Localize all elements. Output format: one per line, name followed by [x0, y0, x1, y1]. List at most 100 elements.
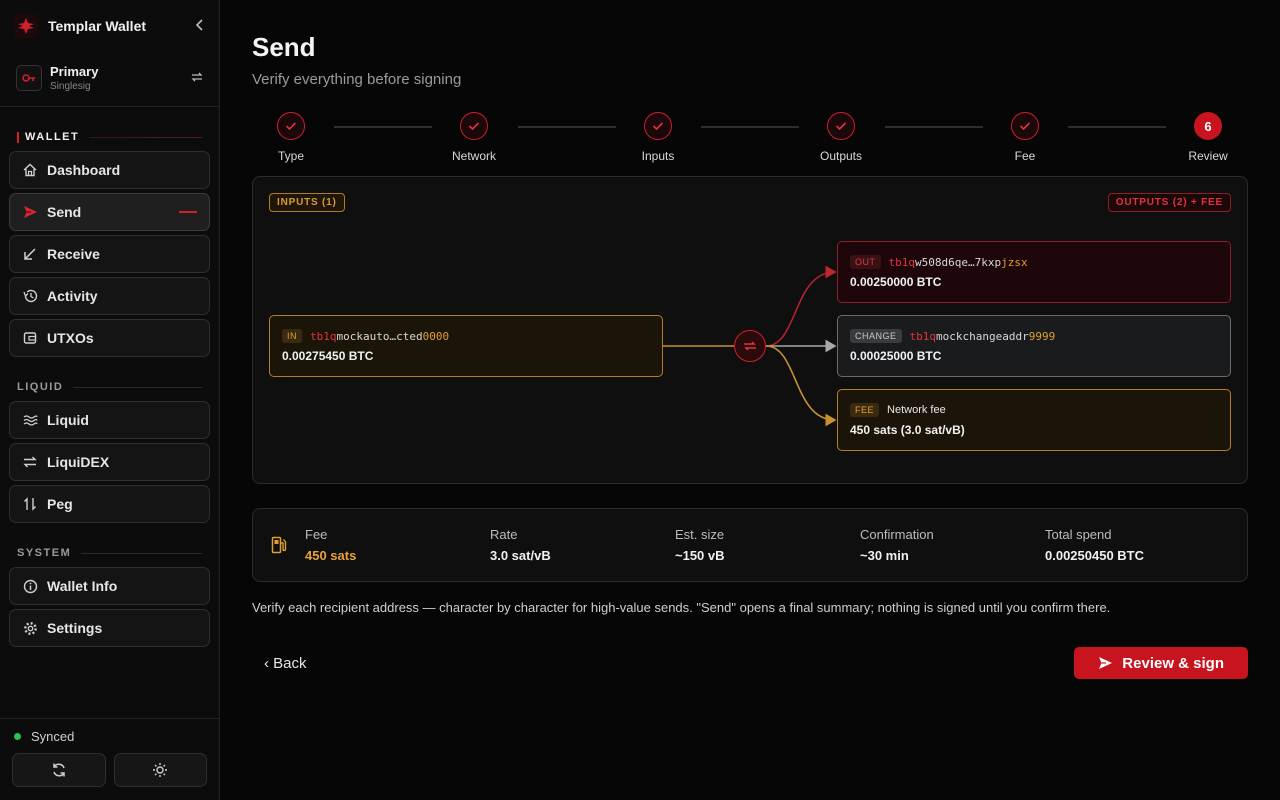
step-fee[interactable]: Fee [985, 112, 1065, 163]
fee-tag: FEE [850, 403, 880, 417]
theme-toggle-button[interactable] [113, 753, 207, 787]
sun-icon [153, 763, 168, 777]
check-icon [277, 112, 305, 140]
swap-account-icon[interactable] [191, 71, 203, 85]
change-node: CHANGE tb1q mockchangeaddr 9999 0.00025000… [837, 315, 1231, 377]
sidebar-item-activity[interactable]: Activity [9, 277, 210, 315]
gear-icon [22, 620, 38, 636]
verification-note: Verify each recipient address — characte… [252, 600, 1111, 615]
sidebar-item-liquidex[interactable]: LiquiDEX [9, 443, 210, 481]
action-bar: ‹ Back Review & sign [252, 647, 1248, 679]
step-connector [1068, 126, 1166, 128]
sidebar-item-label: Send [47, 204, 82, 220]
status-dot [14, 733, 21, 740]
back-button[interactable]: ‹ Back [252, 655, 307, 672]
input-address-suffix: 0000 [422, 329, 450, 343]
sidebar-item-label: Receive [47, 246, 100, 262]
step-connector [518, 126, 616, 128]
active-indicator [179, 211, 197, 213]
fuel-pump-icon [269, 536, 289, 554]
rate-value: 3.0 sat/vB [490, 548, 551, 563]
fee-node: FEE Network fee 450 sats (3.0 sat/vB) [837, 389, 1231, 451]
swap-icon [22, 454, 38, 470]
sidebar-divider [0, 106, 219, 107]
sidebar-item-label: Liquid [47, 412, 89, 428]
sidebar-footer: Synced [0, 718, 219, 800]
summary-total: Total spend 0.00250450 BTC [1045, 527, 1230, 563]
outputs-badge: OUTPUTS (2) + FEE [1107, 193, 1231, 212]
wallet-icon [22, 330, 38, 346]
stepper: Type Network Inputs Outputs Fee 6 Review [252, 112, 1248, 172]
change-address-suffix: 9999 [1028, 329, 1056, 343]
section-label-liquid: LIQUID [0, 381, 219, 393]
send-icon [22, 204, 38, 220]
brand-header: Templar Wallet [0, 0, 219, 52]
main-content: Send Verify everything before signing Ty… [220, 0, 1280, 800]
check-icon [1011, 112, 1039, 140]
sidebar-item-label: Dashboard [47, 162, 121, 178]
fee-summary: Fee 450 sats Rate 3.0 sat/vB Est. size ~… [252, 508, 1248, 582]
app-root: Templar Wallet Primary Singlesig WALLET … [0, 0, 1280, 800]
confirmation-value: ~30 min [860, 548, 909, 563]
summary-confirmation: Confirmation ~30 min [860, 527, 1045, 563]
check-icon [827, 112, 855, 140]
peg-arrows-icon [22, 496, 38, 512]
change-address-prefix: tb1q [909, 329, 937, 343]
sidebar-item-utxos[interactable]: UTXOs [9, 319, 210, 357]
sidebar-item-receive[interactable]: Receive [9, 235, 210, 273]
step-number: 6 [1194, 112, 1222, 140]
check-icon [460, 112, 488, 140]
size-value: ~150 vB [675, 548, 725, 563]
app-title: Templar Wallet [48, 18, 147, 34]
sidebar-item-settings[interactable]: Settings [9, 609, 210, 647]
input-node: IN tb1q mockauto…cted 0000 0.00275450 BTC [269, 315, 663, 377]
sidebar-item-label: UTXOs [47, 330, 94, 346]
summary-rate: Rate 3.0 sat/vB [490, 527, 675, 563]
home-icon [22, 162, 38, 178]
output-node: OUT tb1q w508d6qe…7kxp jzsx 0.00250000 BTC [837, 241, 1231, 303]
step-outputs[interactable]: Outputs [801, 112, 881, 163]
transaction-hub-swap-icon [734, 330, 766, 362]
step-label: Review [1188, 149, 1228, 163]
sidebar-item-wallet-info[interactable]: Wallet Info [9, 567, 210, 605]
input-address-prefix: tb1q [310, 329, 337, 343]
total-value: 0.00250450 BTC [1045, 548, 1145, 563]
page-subtitle: Verify everything before signing [252, 71, 462, 88]
fee-amount: 450 sats (3.0 sat/vB) [850, 423, 965, 437]
review-and-sign-button[interactable]: Review & sign [1074, 647, 1248, 679]
collapse-sidebar-icon[interactable] [195, 18, 205, 34]
step-type[interactable]: Type [251, 112, 331, 163]
step-label: Outputs [819, 149, 863, 163]
send-icon [1099, 657, 1113, 669]
input-tag: IN [282, 329, 302, 343]
inputs-badge: INPUTS (1) [269, 193, 345, 212]
sidebar-item-send[interactable]: Send [9, 193, 210, 231]
sync-status-label: Synced [31, 729, 75, 744]
sidebar-item-liquid[interactable]: Liquid [9, 401, 210, 439]
fee-value: 450 sats [305, 548, 357, 563]
step-review[interactable]: 6 Review [1168, 112, 1248, 163]
input-amount: 0.00275450 BTC [282, 349, 374, 363]
account-name: Primary [50, 64, 99, 79]
step-connector [701, 126, 799, 128]
refresh-icon [53, 763, 65, 777]
sync-status: Synced [14, 729, 207, 744]
sidebar-item-label: Settings [47, 620, 103, 636]
waves-icon [22, 412, 38, 428]
step-network[interactable]: Network [434, 112, 514, 163]
account-switcher[interactable]: Primary Singlesig [0, 52, 219, 104]
step-connector [885, 126, 983, 128]
refresh-button[interactable] [12, 753, 106, 787]
step-inputs[interactable]: Inputs [618, 112, 698, 163]
sidebar-item-peg[interactable]: Peg [9, 485, 210, 523]
output-address-prefix: tb1q [888, 255, 916, 269]
check-icon [644, 112, 672, 140]
step-label: Type [277, 149, 304, 163]
step-label: Inputs [641, 149, 675, 163]
sidebar-item-dashboard[interactable]: Dashboard [9, 151, 210, 189]
output-address-middle: w508d6qe…7kxp [915, 255, 1002, 269]
info-icon [22, 578, 38, 594]
sidebar-item-label: LiquiDEX [47, 454, 110, 470]
step-label: Network [451, 149, 496, 163]
step-connector [334, 126, 432, 128]
